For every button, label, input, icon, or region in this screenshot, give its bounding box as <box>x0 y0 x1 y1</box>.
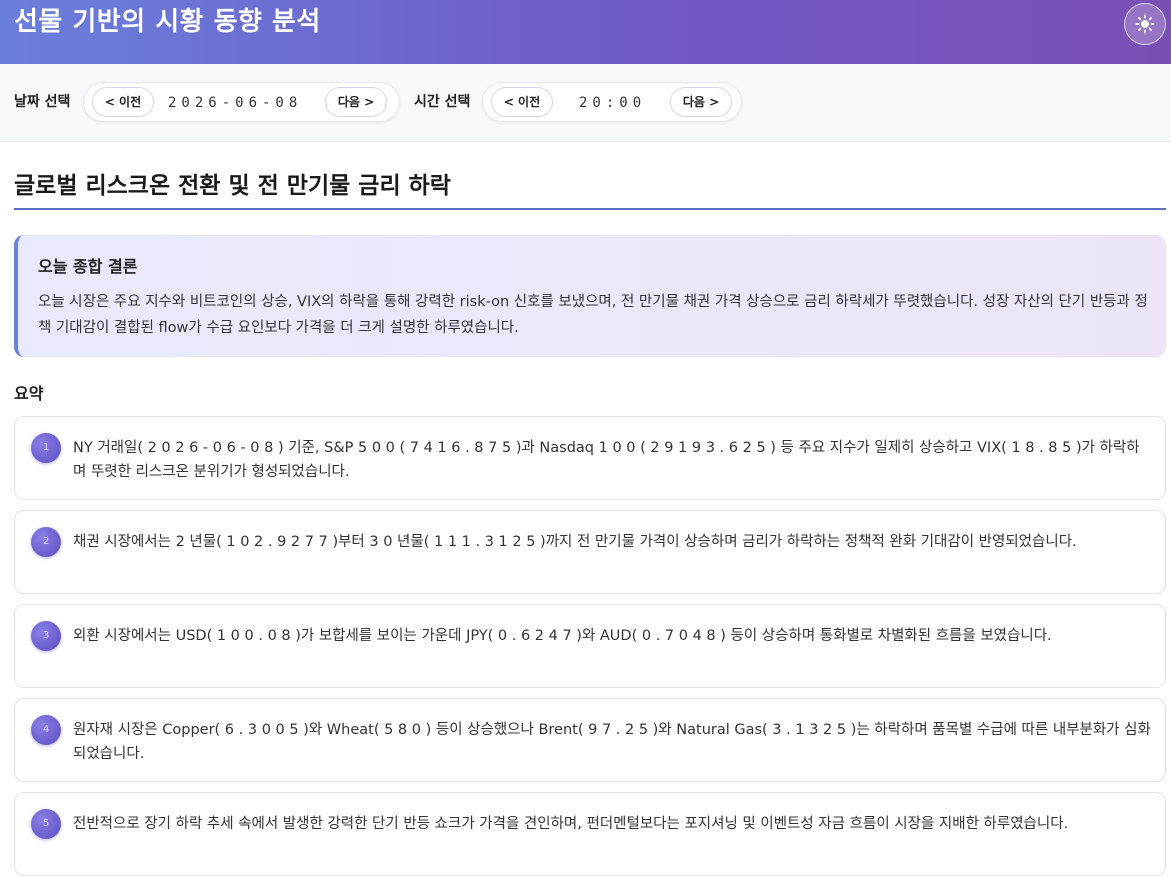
date-label: 날짜 선택 <box>14 94 71 110</box>
date-picker: < 이전 2026-06-08 다음 > <box>83 82 400 122</box>
summary-heading: 요약 <box>14 384 44 403</box>
time-next-button[interactable]: 다음 > <box>670 87 732 117</box>
app-title: 선물 기반의 시황 동향 분석 <box>14 7 321 37</box>
time-value[interactable]: 20:00 <box>579 94 646 112</box>
time-prev-button[interactable]: < 이전 <box>491 87 553 117</box>
summary-item: 5 전반적으로 장기 하락 추세 속에서 발생한 강력한 단기 반등 쇼크가 가… <box>14 792 1166 876</box>
item-number-badge: 2 <box>31 527 61 557</box>
item-number-badge: 4 <box>31 715 61 745</box>
summary-item-text: 전반적으로 장기 하락 추세 속에서 발생한 강력한 단기 반등 쇼크가 가격을… <box>73 816 1069 832</box>
item-number-badge: 3 <box>31 621 61 651</box>
item-number-badge: 1 <box>31 433 61 463</box>
title-divider <box>14 208 1166 210</box>
conclusion-card: 오늘 종합 결론 오늘 시장은 주요 지수와 비트코인의 상승, VIX의 하락… <box>14 235 1166 357</box>
summary-item: 2 채권 시장에서는 2 년물( 1 0 2 . 9 2 7 7 )부터 3 0… <box>14 510 1166 594</box>
summary-item-text: 외환 시장에서는 USD( 1 0 0 . 0 8 )가 보합세를 보이는 가운… <box>73 628 1052 644</box>
report-title: 글로벌 리스크온 전환 및 전 만기물 금리 하락 <box>14 173 451 199</box>
time-label: 시간 선택 <box>414 94 471 110</box>
theme-toggle-button[interactable] <box>1124 3 1166 45</box>
summary-item-text: NY 거래일( 2 0 2 6 - 0 6 - 0 8 ) 기준, S&P 5 … <box>73 440 1140 480</box>
sun-icon <box>1135 14 1155 34</box>
date-prev-button[interactable]: < 이전 <box>92 87 154 117</box>
conclusion-title: 오늘 종합 결론 <box>38 257 138 276</box>
conclusion-text: 오늘 시장은 주요 지수와 비트코인의 상승, VIX의 하락을 통해 강력한 … <box>38 294 1148 336</box>
date-value[interactable]: 2026-06-08 <box>168 94 302 112</box>
summary-item-text: 원자재 시장은 Copper( 6 . 3 0 0 5 )와 Wheat( 5 … <box>73 722 1151 762</box>
date-next-button[interactable]: 다음 > <box>325 87 387 117</box>
time-picker: < 이전 20:00 다음 > <box>482 82 742 122</box>
summary-item: 4 원자재 시장은 Copper( 6 . 3 0 0 5 )와 Wheat( … <box>14 698 1166 782</box>
summary-item-text: 채권 시장에서는 2 년물( 1 0 2 . 9 2 7 7 )부터 3 0 년… <box>73 534 1077 550</box>
item-number-badge: 5 <box>31 809 61 839</box>
app-header: 선물 기반의 시황 동향 분석 <box>0 0 1171 64</box>
control-bar: 날짜 선택 < 이전 2026-06-08 다음 > 시간 선택 < 이전 20… <box>0 64 1171 142</box>
summary-item: 1 NY 거래일( 2 0 2 6 - 0 6 - 0 8 ) 기준, S&P … <box>14 416 1166 500</box>
summary-item: 3 외환 시장에서는 USD( 1 0 0 . 0 8 )가 보합세를 보이는 … <box>14 604 1166 688</box>
